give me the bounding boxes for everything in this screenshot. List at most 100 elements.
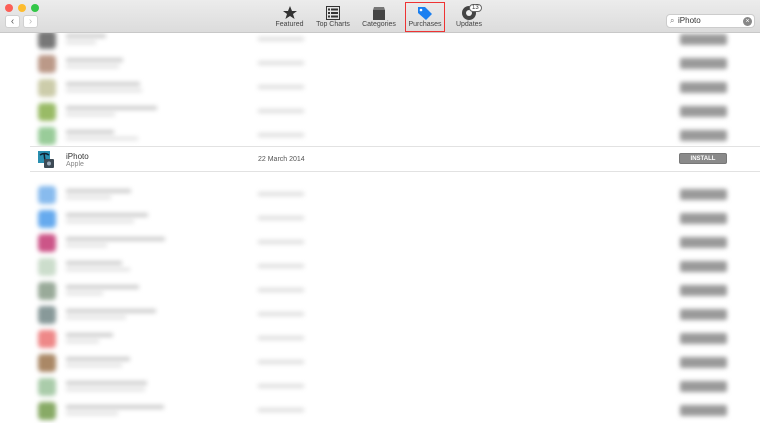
- blurred-list-item: [0, 207, 760, 231]
- name-placeholder: [66, 130, 114, 134]
- action-button-placeholder: [680, 130, 727, 141]
- developer-placeholder: [66, 412, 118, 415]
- developer-placeholder: [66, 268, 130, 271]
- developer-placeholder: [66, 137, 138, 140]
- name-placeholder: [66, 405, 164, 409]
- date-placeholder: [258, 240, 304, 244]
- action-button-placeholder: [680, 333, 727, 344]
- app-icon: [38, 31, 56, 49]
- tab-label: Updates: [455, 21, 483, 28]
- name-placeholder: [66, 237, 165, 241]
- action-button-placeholder: [680, 285, 727, 296]
- iphoto-app-icon: [38, 151, 55, 168]
- blurred-list-item: [0, 183, 760, 207]
- blurred-list-item: [0, 375, 760, 399]
- action-button-placeholder: [680, 82, 727, 93]
- app-icon: [38, 127, 56, 145]
- updates-badge: 13: [469, 4, 482, 12]
- blurred-list-item: [0, 100, 760, 124]
- list-icon: [313, 5, 353, 21]
- action-button-placeholder: [680, 309, 727, 320]
- search-value: iPhoto: [678, 16, 701, 25]
- tab-purchases[interactable]: Purchases: [405, 2, 445, 32]
- blurred-list-item: [0, 52, 760, 76]
- tab-featured[interactable]: Featured: [273, 5, 306, 32]
- developer-placeholder: [66, 113, 115, 116]
- action-button-placeholder: [680, 261, 727, 272]
- tab-label: Top Charts: [316, 21, 350, 28]
- updates-icon: 13: [452, 4, 486, 21]
- toolbar: ‹ › Featured Top Charts Categories Purch…: [0, 0, 760, 33]
- app-name: iPhoto: [66, 152, 89, 161]
- blurred-list-item: [0, 303, 760, 327]
- action-button-placeholder: [680, 189, 727, 200]
- action-button-placeholder: [680, 58, 727, 69]
- name-placeholder: [66, 285, 139, 289]
- list-item-iphoto[interactable]: iPhoto Apple 22 March 2014 INSTALL: [30, 146, 760, 172]
- forward-button[interactable]: ›: [23, 15, 38, 28]
- action-button-placeholder: [680, 405, 727, 416]
- developer-placeholder: [66, 196, 111, 199]
- back-button[interactable]: ‹: [5, 15, 20, 28]
- date-placeholder: [258, 37, 304, 41]
- install-button[interactable]: INSTALL: [679, 153, 727, 164]
- developer-placeholder: [66, 65, 119, 68]
- date-placeholder: [258, 336, 304, 340]
- date-placeholder: [258, 312, 304, 316]
- name-placeholder: [66, 261, 122, 265]
- box-icon: [360, 5, 398, 21]
- date-placeholder: [258, 216, 304, 220]
- date-placeholder: [258, 109, 304, 113]
- blurred-list-item: [0, 231, 760, 255]
- developer-placeholder: [66, 364, 122, 367]
- minimize-window-button[interactable]: [18, 4, 26, 12]
- action-button-placeholder: [680, 381, 727, 392]
- blurred-list-item: [0, 279, 760, 303]
- date-placeholder: [258, 288, 304, 292]
- action-button-placeholder: [680, 213, 727, 224]
- app-icon: [38, 234, 56, 252]
- search-input[interactable]: ⌕ iPhoto ×: [666, 14, 755, 28]
- clear-search-icon[interactable]: ×: [743, 17, 752, 26]
- tab-label: Featured: [275, 21, 304, 28]
- date-placeholder: [258, 192, 304, 196]
- blurred-list-item: [0, 351, 760, 375]
- date-placeholder: [258, 133, 304, 137]
- zoom-window-button[interactable]: [31, 4, 39, 12]
- tab-top-charts[interactable]: Top Charts: [313, 5, 353, 32]
- tab-label: Purchases: [408, 21, 442, 28]
- developer-placeholder: [66, 220, 134, 223]
- action-button-placeholder: [680, 34, 727, 45]
- search-icon: ⌕: [670, 16, 675, 25]
- name-placeholder: [66, 333, 113, 337]
- app-icon: [38, 210, 56, 228]
- date-placeholder: [258, 360, 304, 364]
- developer-placeholder: [66, 244, 107, 247]
- app-icon: [38, 282, 56, 300]
- close-window-button[interactable]: [5, 4, 13, 12]
- app-developer[interactable]: Apple: [66, 161, 84, 168]
- developer-placeholder: [66, 316, 126, 319]
- app-icon: [38, 330, 56, 348]
- blurred-list-item: [0, 327, 760, 351]
- tab-categories[interactable]: Categories: [360, 5, 398, 32]
- action-button-placeholder: [680, 106, 727, 117]
- name-placeholder: [66, 82, 140, 86]
- action-button-placeholder: [680, 237, 727, 248]
- app-icon: [38, 55, 56, 73]
- date-placeholder: [258, 408, 304, 412]
- date-placeholder: [258, 85, 304, 89]
- developer-placeholder: [66, 388, 145, 391]
- star-icon: [273, 5, 306, 21]
- tab-label: Categories: [362, 21, 396, 28]
- app-icon: [38, 378, 56, 396]
- blurred-list-item: [0, 255, 760, 279]
- name-placeholder: [66, 309, 156, 313]
- blurred-list-item: [0, 76, 760, 100]
- app-icon: [38, 258, 56, 276]
- app-icon: [38, 306, 56, 324]
- purchase-date: 22 March 2014: [258, 156, 305, 163]
- app-icon: [38, 103, 56, 121]
- tab-updates[interactable]: 13 Updates: [452, 4, 486, 32]
- app-icon: [38, 354, 56, 372]
